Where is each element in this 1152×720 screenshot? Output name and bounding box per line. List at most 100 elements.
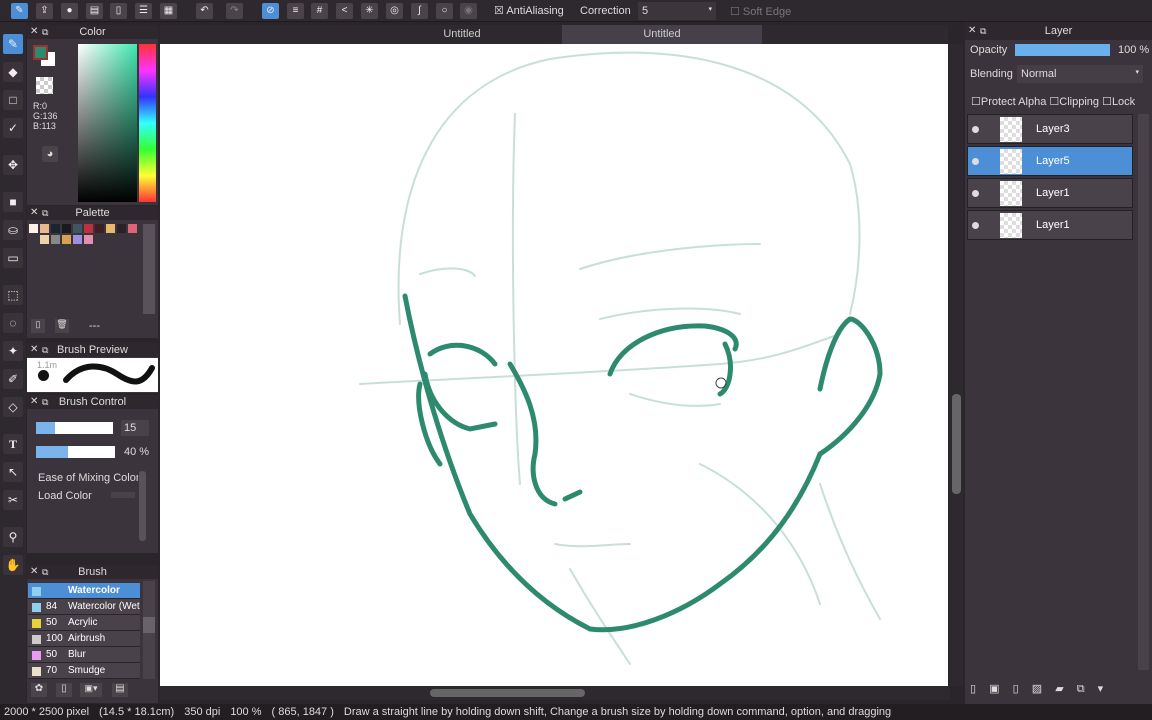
brush-tool-icon[interactable]: ✎ — [3, 34, 23, 54]
protect-alpha-checkbox[interactable]: ☐Protect Alpha — [971, 96, 1046, 108]
palette-swatch[interactable] — [84, 224, 93, 233]
foreground-color-swatch[interactable] — [33, 45, 48, 60]
palette-swatch[interactable] — [29, 224, 38, 233]
radial-snap-icon[interactable]: ✳ — [361, 3, 378, 19]
brush-size-slider[interactable] — [36, 422, 113, 434]
ellipse-snap-icon[interactable]: ○ — [436, 3, 453, 19]
blending-select[interactable]: Normal ▾ — [1017, 65, 1143, 83]
tab-untitled-2[interactable]: Untitled — [562, 25, 762, 44]
new-8bit-layer-icon[interactable]: ▯ — [1013, 683, 1019, 695]
opacity-slider[interactable] — [1015, 44, 1110, 56]
brush-item[interactable]: 50 Acrylic — [28, 615, 140, 631]
new-folder-icon[interactable]: ▰ — [1055, 683, 1063, 695]
soft-edge-checkbox[interactable]: ☐ Soft Edge — [730, 5, 791, 18]
hand-tool-icon[interactable]: ✋ — [3, 555, 23, 575]
new-1bit-layer-icon[interactable]: ▨ — [1032, 683, 1042, 695]
brush-scrollbar[interactable] — [143, 581, 155, 679]
detach-icon[interactable]: ⧉ — [42, 395, 48, 409]
layer-row[interactable]: Layer5 — [967, 146, 1133, 176]
select-tool-icon[interactable]: ⬚ — [3, 285, 23, 305]
dot-tool-icon[interactable]: □ — [3, 90, 23, 110]
undo-icon[interactable]: ↶ — [196, 3, 213, 19]
color-wheel-icon[interactable]: ◕ — [42, 146, 58, 162]
detach-icon[interactable]: ⧉ — [42, 343, 48, 357]
detach-icon[interactable]: ⧉ — [42, 565, 48, 579]
antialiasing-checkbox[interactable]: ☒ AntiAliasing — [494, 4, 564, 17]
hue-slider[interactable] — [139, 44, 156, 202]
brush-item[interactable]: Watercolor — [28, 583, 140, 599]
palette-swatch[interactable] — [51, 224, 60, 233]
concentric-snap-icon[interactable]: ◎ — [386, 3, 403, 19]
brush-item[interactable]: 100 Airbrush — [28, 631, 140, 647]
palette-swatch[interactable] — [106, 224, 115, 233]
chat-icon[interactable]: ● — [61, 3, 78, 19]
new-layer-icon[interactable]: ▯ — [970, 683, 976, 695]
new-brush-icon[interactable]: ▯ — [56, 683, 72, 697]
gradient-tool-icon[interactable]: ▭ — [3, 248, 23, 268]
eraser-tool-icon[interactable]: ◆ — [3, 62, 23, 82]
close-icon[interactable]: ✕ — [30, 343, 38, 357]
move-tool-icon[interactable]: ✥ — [3, 155, 23, 175]
brush-item[interactable]: 50 Blur — [28, 647, 140, 663]
app-icon[interactable]: ✎ — [11, 3, 28, 19]
palette-swatch[interactable] — [117, 224, 126, 233]
correction-select[interactable]: 5 ▾ — [638, 2, 716, 20]
palette-swatch[interactable] — [73, 235, 82, 244]
brush-density-slider[interactable] — [36, 446, 115, 458]
palette-swatch[interactable] — [128, 224, 137, 233]
brush-size-input[interactable]: 15 — [121, 420, 149, 436]
visibility-icon[interactable] — [972, 222, 979, 229]
horizontal-scrollbar[interactable] — [160, 686, 950, 700]
layer-row[interactable]: Layer1 — [967, 210, 1133, 240]
text-tool-icon[interactable]: T — [3, 434, 23, 454]
list-icon[interactable]: ☰ — [135, 3, 152, 19]
visibility-icon[interactable] — [972, 126, 979, 133]
close-icon[interactable]: ✕ — [30, 25, 38, 39]
radial-line-snap-icon[interactable]: < — [336, 3, 353, 19]
parallel-snap-icon[interactable]: ≡ — [287, 3, 304, 19]
comment-icon[interactable]: ▤ — [86, 3, 103, 19]
brush-menu-icon[interactable]: ▣▾ — [80, 683, 102, 697]
brush-settings-icon[interactable]: ✿ — [31, 683, 47, 697]
palette-swatch[interactable] — [40, 235, 49, 244]
layer-scrollbar[interactable] — [1138, 114, 1149, 670]
palette-swatch[interactable] — [40, 224, 49, 233]
lasso-tool-icon[interactable]: ◌ — [3, 313, 23, 333]
palette-swatch[interactable] — [95, 224, 104, 233]
select-eraser-tool-icon[interactable]: ◇ — [3, 397, 23, 417]
snap-off-icon[interactable]: ⊘ — [262, 3, 279, 19]
duplicate-layer-icon[interactable]: ⧉ — [1077, 683, 1085, 695]
clipping-checkbox[interactable]: ☐Clipping — [1049, 96, 1099, 108]
close-icon[interactable]: ✕ — [30, 206, 38, 220]
vertical-scrollbar[interactable] — [950, 44, 963, 686]
layer-row[interactable]: Layer3 — [967, 114, 1133, 144]
palette-swatch[interactable] — [73, 224, 82, 233]
bucket-tool-icon[interactable]: ⛀ — [3, 220, 23, 240]
delete-icon[interactable]: 🗑 — [55, 319, 69, 333]
magic-wand-tool-icon[interactable]: ✦ — [3, 341, 23, 361]
new-halftone-layer-icon[interactable]: ▣ — [989, 683, 999, 695]
palette-swatch[interactable] — [51, 235, 60, 244]
brush-item[interactable]: 70 Smudge — [28, 663, 140, 679]
visibility-icon[interactable] — [972, 158, 979, 165]
grid-icon[interactable]: ▦ — [160, 3, 177, 19]
tab-untitled-1[interactable]: Untitled — [362, 25, 562, 44]
fill-rect-tool-icon[interactable]: ■ — [3, 192, 23, 212]
redo-icon[interactable]: ↷ — [226, 3, 243, 19]
transparent-color-swatch[interactable] — [36, 77, 53, 94]
curve-snap-icon[interactable]: ∫ — [411, 3, 428, 19]
document-icon[interactable]: ▯ — [110, 3, 127, 19]
close-icon[interactable]: ✕ — [30, 395, 38, 409]
divide-tool-icon[interactable]: ✂ — [3, 490, 23, 510]
brush-item[interactable]: 84 Watercolor (Wet — [28, 599, 140, 615]
close-icon[interactable]: ✕ — [968, 22, 976, 40]
select-pen-tool-icon[interactable]: ✐ — [3, 369, 23, 389]
saturation-brightness-picker[interactable] — [78, 44, 137, 202]
export-icon[interactable]: ⇪ — [36, 3, 53, 19]
close-icon[interactable]: ✕ — [30, 565, 38, 579]
detach-icon[interactable]: ⧉ — [980, 22, 986, 40]
detach-icon[interactable]: ⧉ — [42, 206, 48, 220]
palette-swatch[interactable] — [84, 235, 93, 244]
copy-brush-icon[interactable]: ▤ — [112, 683, 128, 697]
palette-swatch[interactable] — [62, 224, 71, 233]
